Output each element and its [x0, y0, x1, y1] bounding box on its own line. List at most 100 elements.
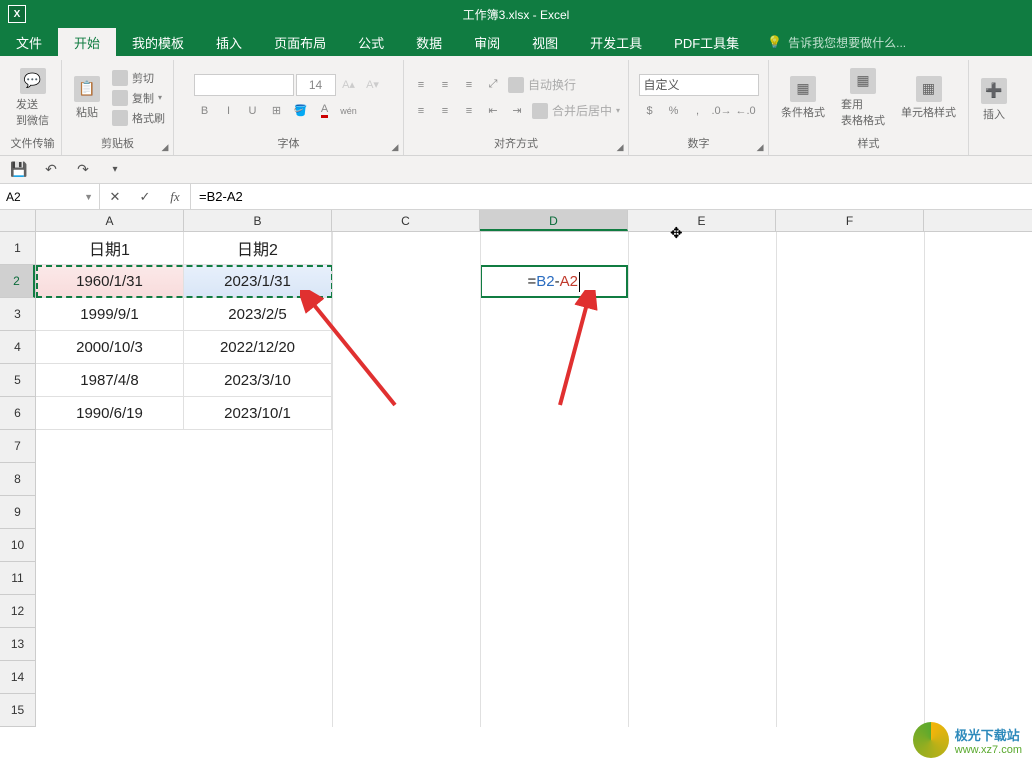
tab-insert[interactable]: 插入	[200, 28, 258, 56]
row-header-11[interactable]: 11	[0, 562, 35, 595]
tab-layout[interactable]: 页面布局	[258, 28, 342, 56]
tab-templates[interactable]: 我的模板	[116, 28, 200, 56]
cell-A2[interactable]: 1960/1/31	[36, 265, 184, 298]
align-bottom-button[interactable]: ≡	[458, 74, 480, 96]
clipboard-launcher[interactable]: ◢	[159, 141, 171, 153]
row-header-6[interactable]: 6	[0, 397, 35, 430]
row-header-15[interactable]: 15	[0, 694, 35, 727]
insert-function-button[interactable]: fx	[160, 189, 190, 205]
undo-button[interactable]: ↶	[40, 159, 62, 181]
increase-font-button[interactable]: A▴	[338, 74, 360, 96]
tab-view[interactable]: 视图	[516, 28, 574, 56]
tab-file[interactable]: 文件	[0, 28, 58, 56]
name-box[interactable]: A2 ▼	[0, 184, 100, 209]
cell-B5[interactable]: 2023/3/10	[184, 364, 332, 397]
border-button[interactable]: ⊞	[266, 100, 288, 122]
align-top-button[interactable]: ≡	[410, 74, 432, 96]
cancel-formula-button[interactable]: ✕	[100, 189, 130, 205]
col-header-F[interactable]: F	[776, 210, 924, 231]
conditional-format-button[interactable]: ▦条件格式	[775, 74, 831, 122]
cell-B2[interactable]: 2023/1/31	[184, 265, 332, 298]
redo-button[interactable]: ↷	[72, 159, 94, 181]
underline-button[interactable]: U	[242, 100, 264, 122]
cell-D2-active[interactable]: =B2-A2	[480, 265, 628, 298]
insert-cells-button[interactable]: ➕插入	[975, 76, 1013, 124]
align-middle-button[interactable]: ≡	[434, 74, 456, 96]
col-header-C[interactable]: C	[332, 210, 480, 231]
tab-formulas[interactable]: 公式	[342, 28, 400, 56]
cell-B3[interactable]: 2023/2/5	[184, 298, 332, 331]
paste-button[interactable]: 📋 粘贴	[68, 74, 106, 122]
orientation-button[interactable]: ⤢	[482, 74, 504, 96]
save-button[interactable]: 💾	[8, 159, 30, 181]
tab-pdf[interactable]: PDF工具集	[658, 28, 755, 56]
decrease-font-button[interactable]: A▾	[362, 74, 384, 96]
number-launcher[interactable]: ◢	[754, 141, 766, 153]
font-launcher[interactable]: ◢	[389, 141, 401, 153]
comma-button[interactable]: ,	[687, 100, 709, 122]
alignment-launcher[interactable]: ◢	[614, 141, 626, 153]
tab-review[interactable]: 审阅	[458, 28, 516, 56]
row-header-7[interactable]: 7	[0, 430, 35, 463]
row-header-2[interactable]: 2	[0, 265, 35, 298]
formula-input[interactable]: =B2-A2	[191, 184, 1032, 209]
row-header-10[interactable]: 10	[0, 529, 35, 562]
cell-styles-icon: ▦	[916, 76, 942, 102]
align-right-button[interactable]: ≡	[458, 100, 480, 122]
tab-data[interactable]: 数据	[400, 28, 458, 56]
align-left-button[interactable]: ≡	[410, 100, 432, 122]
copy-button[interactable]: 复制▾	[110, 89, 167, 107]
currency-button[interactable]: $	[639, 100, 661, 122]
wrap-text-button[interactable]: 自动换行	[506, 75, 578, 94]
send-to-wechat-button[interactable]: 💬 发送 到微信	[10, 66, 55, 130]
decrease-indent-button[interactable]: ⇤	[482, 100, 504, 122]
col-header-D[interactable]: D	[480, 210, 628, 231]
merge-center-button[interactable]: 合并后居中▾	[530, 101, 622, 120]
cell-A6[interactable]: 1990/6/19	[36, 397, 184, 430]
row-header-1[interactable]: 1	[0, 232, 35, 265]
cell-A4[interactable]: 2000/10/3	[36, 331, 184, 364]
format-as-table-button[interactable]: ▦套用 表格格式	[835, 66, 891, 130]
number-format-select[interactable]	[639, 74, 759, 96]
row-header-12[interactable]: 12	[0, 595, 35, 628]
font-family-select[interactable]	[194, 74, 294, 96]
row-header-4[interactable]: 4	[0, 331, 35, 364]
select-all-corner[interactable]	[0, 210, 36, 232]
phonetic-button[interactable]: wén	[338, 100, 360, 122]
row-header-3[interactable]: 3	[0, 298, 35, 331]
col-header-A[interactable]: A	[36, 210, 184, 231]
row-header-8[interactable]: 8	[0, 463, 35, 496]
confirm-formula-button[interactable]: ✓	[130, 189, 160, 205]
cell-B4[interactable]: 2022/12/20	[184, 331, 332, 364]
percent-button[interactable]: %	[663, 100, 685, 122]
formula-display: =B2-A2	[528, 272, 581, 292]
cell-A3[interactable]: 1999/9/1	[36, 298, 184, 331]
tab-home[interactable]: 开始	[58, 28, 116, 56]
row-header-14[interactable]: 14	[0, 661, 35, 694]
fill-color-button[interactable]: 🪣	[290, 100, 312, 122]
cell-B6[interactable]: 2023/10/1	[184, 397, 332, 430]
col-header-B[interactable]: B	[184, 210, 332, 231]
ribbon-tabs: 文件 开始 我的模板 插入 页面布局 公式 数据 审阅 视图 开发工具 PDF工…	[0, 28, 1032, 56]
cell-B1[interactable]: 日期2	[184, 232, 332, 265]
cell-styles-button[interactable]: ▦单元格样式	[895, 74, 962, 122]
bold-button[interactable]: B	[194, 100, 216, 122]
tab-developer[interactable]: 开发工具	[574, 28, 658, 56]
format-painter-button[interactable]: 格式刷	[110, 109, 167, 127]
cut-button[interactable]: 剪切	[110, 69, 167, 87]
row-header-13[interactable]: 13	[0, 628, 35, 661]
increase-decimal-button[interactable]: .0→	[711, 100, 733, 122]
align-center-button[interactable]: ≡	[434, 100, 456, 122]
row-header-9[interactable]: 9	[0, 496, 35, 529]
font-size-select[interactable]	[296, 74, 336, 96]
decrease-decimal-button[interactable]: ←.0	[735, 100, 757, 122]
col-header-E[interactable]: E	[628, 210, 776, 231]
tell-me-search[interactable]: 💡 告诉我您想要做什么...	[755, 28, 906, 56]
increase-indent-button[interactable]: ⇥	[506, 100, 528, 122]
qat-customize-button[interactable]: ▾	[104, 159, 126, 181]
row-header-5[interactable]: 5	[0, 364, 35, 397]
italic-button[interactable]: I	[218, 100, 240, 122]
cell-A1[interactable]: 日期1	[36, 232, 184, 265]
font-color-button[interactable]: A	[314, 100, 336, 122]
cell-A5[interactable]: 1987/4/8	[36, 364, 184, 397]
